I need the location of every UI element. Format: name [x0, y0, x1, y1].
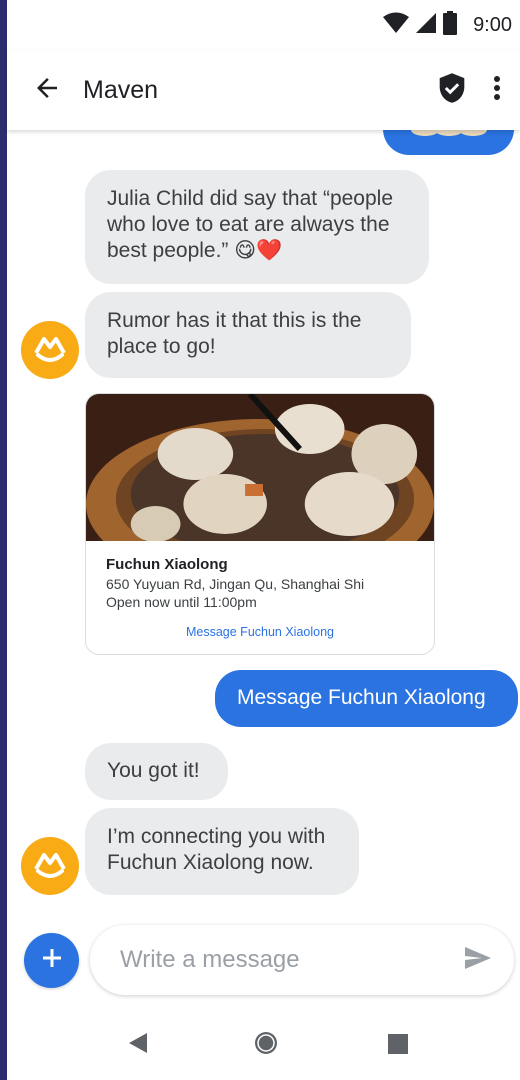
app-bar: Maven: [7, 50, 520, 130]
conversation-title: Maven: [83, 75, 159, 104]
nav-back-button[interactable]: [125, 1032, 151, 1058]
more-vert-icon: [493, 75, 501, 106]
verified-shield-icon: [437, 72, 467, 109]
more-options-button[interactable]: [482, 70, 512, 110]
maven-avatar: [21, 321, 79, 379]
message-text: You got it!: [107, 759, 200, 782]
back-arrow-icon: [32, 73, 62, 108]
card-hours: Open now until 11:00pm: [106, 594, 257, 610]
message-composer: [90, 925, 514, 995]
message-text: Rumor has it that this is the place to g…: [107, 309, 362, 358]
triangle-back-icon: [128, 1032, 148, 1059]
send-icon: [464, 946, 492, 975]
message-text: I’m connecting you with Fuchun Xiaolong …: [107, 825, 326, 874]
message-text: Message Fuchun Xiaolong: [237, 686, 486, 709]
plus-icon: [40, 946, 64, 975]
battery-icon: [443, 10, 458, 40]
message-bubble-incoming[interactable]: Julia Child did say that “people who lov…: [85, 170, 429, 284]
window-edge: [0, 0, 7, 1080]
card-action-message[interactable]: Message Fuchun Xiaolong: [106, 625, 414, 639]
verified-button[interactable]: [432, 70, 472, 110]
message-bubble-incoming[interactable]: You got it!: [85, 743, 228, 800]
system-nav-bar: [7, 1010, 520, 1080]
square-recents-icon: [388, 1033, 408, 1059]
card-title: Fuchun Xiaolong: [106, 556, 228, 573]
restaurant-rich-card[interactable]: Fuchun Xiaolong 650 Yuyuan Rd, Jingan Qu…: [85, 393, 435, 655]
maven-logo-icon: [34, 337, 66, 362]
maven-logo-icon: [34, 853, 66, 878]
nav-home-button[interactable]: [253, 1030, 279, 1061]
cell-signal-icon: [415, 12, 437, 39]
wifi-icon: [383, 12, 410, 39]
message-bubble-incoming[interactable]: I’m connecting you with Fuchun Xiaolong …: [85, 808, 359, 895]
card-address: 650 Yuyuan Rd, Jingan Qu, Shanghai Shi: [106, 576, 365, 592]
status-time: 9:00: [473, 13, 512, 36]
circle-home-icon: [253, 1030, 279, 1061]
status-bar: 9:00: [7, 0, 520, 50]
add-attachment-button[interactable]: [24, 933, 79, 988]
back-button[interactable]: [17, 62, 77, 118]
message-text: Julia Child did say that “people who lov…: [107, 187, 394, 262]
message-bubble-incoming[interactable]: Rumor has it that this is the place to g…: [85, 292, 411, 378]
nav-recents-button[interactable]: [387, 1033, 409, 1059]
message-input[interactable]: [90, 946, 448, 974]
maven-avatar: [21, 837, 79, 895]
message-bubble-outgoing[interactable]: Message Fuchun Xiaolong: [215, 670, 518, 727]
send-button[interactable]: [448, 930, 508, 990]
dumplings-photo: [86, 394, 434, 541]
